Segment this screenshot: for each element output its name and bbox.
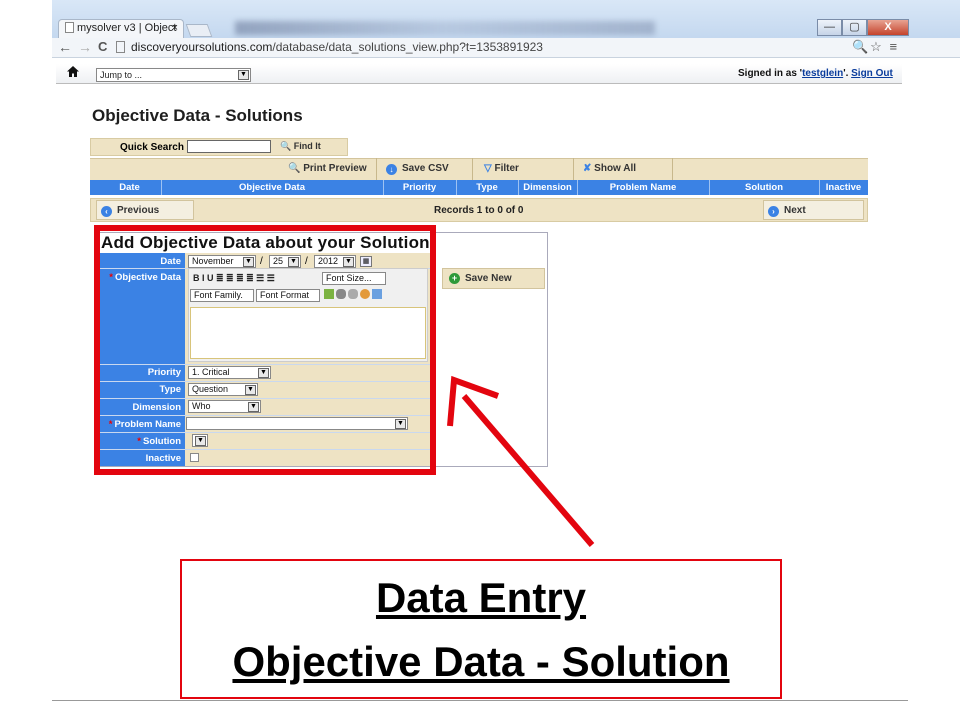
save-csv-label: Save CSV bbox=[402, 163, 449, 174]
column-header-objective-data[interactable]: Objective Data bbox=[161, 182, 383, 193]
blurred-background-tabs bbox=[235, 21, 655, 35]
jump-to-value: Jump to ... bbox=[100, 70, 143, 80]
column-header-problem-name[interactable]: Problem Name bbox=[577, 182, 709, 193]
url-domain: discoveryoursolutions.com bbox=[131, 40, 273, 54]
browser-tab[interactable]: mysolver v3 | Object × bbox=[58, 19, 184, 38]
next-button[interactable]: › Next bbox=[763, 200, 864, 220]
find-it-label: Find It bbox=[293, 141, 321, 151]
column-header-date[interactable]: Date bbox=[98, 182, 161, 193]
window-controls: — ▢ X bbox=[817, 19, 909, 37]
maximize-button[interactable]: ▢ bbox=[842, 19, 867, 36]
quick-search-label: Quick Search bbox=[120, 142, 184, 153]
url-path: /database/data_solutions_view.php?t=1353… bbox=[272, 40, 543, 54]
save-new-button[interactable]: + Save New bbox=[442, 268, 545, 289]
arrow-icon bbox=[440, 370, 600, 555]
toolbar-divider bbox=[573, 158, 574, 180]
column-header-type[interactable]: Type bbox=[456, 182, 518, 193]
reload-icon[interactable]: C bbox=[98, 39, 107, 54]
plus-circle-icon: + bbox=[449, 273, 460, 284]
save-icon: ↓ bbox=[386, 164, 397, 175]
print-preview-label: Print Preview bbox=[303, 163, 367, 174]
search-icon: 🔍 bbox=[280, 141, 292, 151]
username-link[interactable]: testglein bbox=[802, 68, 843, 79]
signed-in-status: Signed in as 'testglein'. Sign Out bbox=[738, 68, 893, 79]
print-preview-button[interactable]: 🔍 Print Preview bbox=[288, 163, 367, 174]
house-icon[interactable] bbox=[66, 65, 80, 81]
slide-footer-line bbox=[52, 700, 908, 701]
toolbar-divider bbox=[472, 158, 473, 180]
signed-in-suffix: '. bbox=[843, 68, 852, 79]
forward-arrow-icon[interactable]: → bbox=[78, 39, 92, 55]
sign-out-link[interactable]: Sign Out bbox=[851, 68, 893, 79]
records-count: Records 1 to 0 of 0 bbox=[434, 205, 524, 216]
save-csv-button[interactable]: ↓ Save CSV bbox=[386, 163, 449, 175]
new-tab-button[interactable] bbox=[185, 24, 213, 37]
close-window-button[interactable]: X bbox=[867, 19, 909, 36]
filter-button[interactable]: ▽ Filter bbox=[484, 163, 519, 174]
column-header-solution[interactable]: Solution bbox=[709, 182, 819, 193]
chevron-left-icon: ‹ bbox=[101, 206, 112, 217]
next-label: Next bbox=[784, 205, 806, 216]
page-title: Objective Data - Solutions bbox=[92, 106, 303, 125]
magnifier-icon: 🔍 bbox=[288, 163, 301, 174]
url-action-icons[interactable]: 🔍☆ ≡ bbox=[852, 39, 899, 55]
back-arrow-icon[interactable]: ← bbox=[58, 39, 72, 55]
address-bar[interactable]: discoveryoursolutions.com/database/data_… bbox=[116, 39, 904, 57]
tab-title: mysolver v3 | Object bbox=[77, 22, 177, 34]
minimize-button[interactable]: — bbox=[817, 19, 842, 36]
quick-search-input[interactable] bbox=[187, 140, 271, 153]
toolbar-divider bbox=[672, 158, 673, 180]
jump-to-select[interactable]: Jump to ... ▼ bbox=[96, 68, 251, 82]
show-all-button[interactable]: ✘ Show All bbox=[583, 163, 636, 174]
filter-icon: ▽ bbox=[484, 163, 492, 174]
column-header-inactive[interactable]: Inactive bbox=[819, 182, 868, 193]
show-all-label: Show All bbox=[594, 163, 637, 174]
chevron-down-icon: ▼ bbox=[238, 70, 249, 80]
highlight-box bbox=[94, 225, 436, 475]
tab-close-icon[interactable]: × bbox=[172, 22, 178, 34]
page-icon bbox=[65, 22, 74, 33]
save-new-label: Save New bbox=[465, 273, 512, 284]
signed-in-prefix: Signed in as ' bbox=[738, 68, 803, 79]
toolbar-divider bbox=[376, 158, 377, 180]
caption-line-2: Objective Data - Solution bbox=[232, 638, 730, 685]
filter-label: Filter bbox=[494, 163, 519, 174]
caption-line-1: Data Entry bbox=[375, 574, 587, 621]
column-header-dimension[interactable]: Dimension bbox=[518, 182, 577, 193]
column-header-priority[interactable]: Priority bbox=[383, 182, 456, 193]
show-all-icon: ✘ bbox=[583, 163, 592, 174]
find-it-button[interactable]: 🔍 Find It bbox=[280, 141, 321, 152]
page-icon bbox=[116, 41, 125, 53]
previous-button[interactable]: ‹ Previous bbox=[96, 200, 194, 220]
table-toolbar bbox=[90, 158, 868, 180]
previous-label: Previous bbox=[117, 205, 160, 216]
chevron-right-icon: › bbox=[768, 206, 779, 217]
